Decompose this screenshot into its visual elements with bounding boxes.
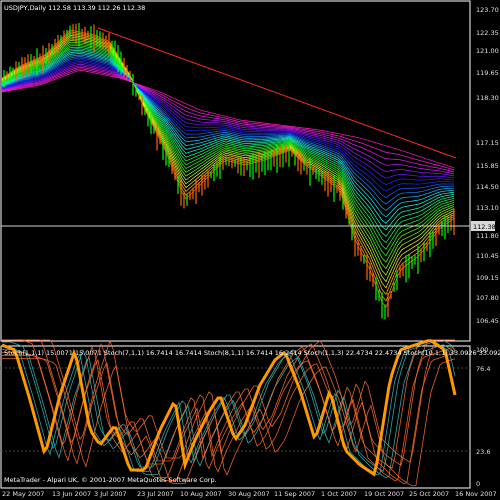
price-tick: 118.30 [476, 94, 499, 102]
price-tick: 119.65 [476, 69, 499, 77]
time-tick: 3 Jul 2007 [94, 490, 127, 498]
price-tick: 114.50 [476, 183, 499, 191]
footer-copyright: MetaTrader - Alpari UK, © 2001-2007 Meta… [4, 476, 217, 484]
price-tick: 121.00 [476, 47, 499, 55]
price-tick: 111.80 [476, 232, 499, 240]
time-tick: 13 Jun 2007 [52, 490, 91, 498]
price-tick: 115.85 [476, 162, 499, 170]
time-tick: 19 Oct 2007 [364, 490, 404, 498]
chart-window[interactable]: 112.38 123.70 122.35 121.00 119.65 118.3… [0, 0, 500, 500]
current-price-label: 112.38 [473, 223, 496, 231]
main-chart-pane[interactable] [0, 0, 471, 342]
chart-header: USDJPY,Daily 112.58 113.39 112.26 112.38 [4, 4, 145, 12]
price-scale: 123.70 122.35 121.00 119.65 118.30 117.1… [476, 6, 499, 325]
price-tick: 113.10 [476, 204, 499, 212]
price-tick: 122.35 [476, 29, 499, 37]
level-tick: 76.4 [476, 365, 490, 373]
price-tick: 109.15 [476, 274, 499, 282]
price-tick: 106.45 [476, 317, 499, 325]
price-tick: 107.80 [476, 294, 499, 302]
time-tick: 30 Aug 2007 [228, 490, 270, 498]
time-axis: 22 May 2007 13 Jun 2007 3 Jul 2007 23 Ju… [2, 490, 497, 498]
time-tick: 22 May 2007 [2, 490, 44, 498]
oscillator-header: Stoch(1,1,1) 15.0071 15.0071 Stoch(7,1,1… [4, 349, 500, 357]
time-tick: 25 Oct 2007 [409, 490, 449, 498]
price-tick: 110.45 [476, 252, 499, 260]
price-tick: 117.15 [476, 139, 499, 147]
time-tick: 11 Sep 2007 [274, 490, 315, 498]
level-tick: 23.6 [476, 448, 490, 456]
time-tick: 16 Nov 2007 [455, 490, 497, 498]
time-tick: 10 Aug 2007 [180, 490, 222, 498]
level-tick: 0 [476, 480, 480, 488]
time-tick: 1 Oct 2007 [321, 490, 357, 498]
price-tick: 123.70 [476, 6, 499, 14]
time-tick: 23 Jul 2007 [137, 490, 174, 498]
oscillator-scale: 100 76.4 23.6 0 [476, 346, 490, 488]
